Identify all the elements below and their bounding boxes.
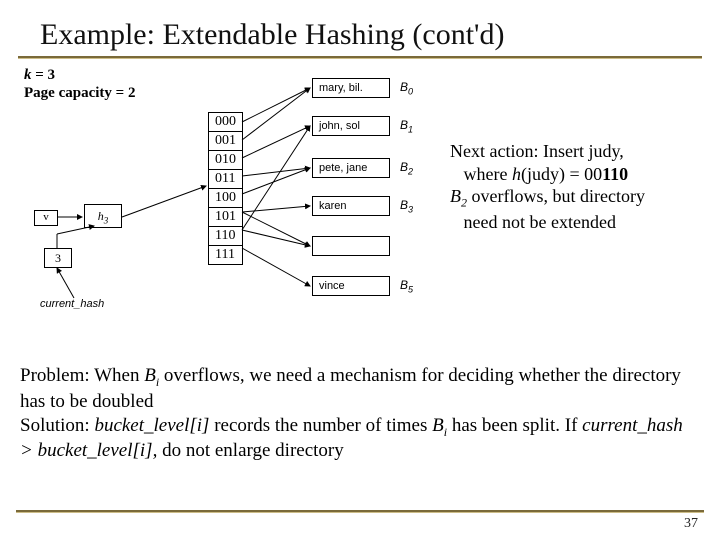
- directory-table: 000 001 010 011 100 101 110 111: [208, 112, 243, 265]
- bucket-label-b2: B2: [400, 160, 413, 176]
- action-line2-pre: where: [464, 164, 512, 184]
- dir-entry: 010: [209, 151, 242, 170]
- solution-colon: :: [84, 415, 94, 436]
- bucket-b5: vince: [312, 276, 390, 296]
- hash-eq: = 00: [565, 164, 602, 184]
- dir-entry: 111: [209, 246, 242, 264]
- footer-rule: [16, 510, 704, 512]
- title-rule: [18, 56, 702, 58]
- bucket-empty: [312, 236, 390, 256]
- bucket-label-b1: B1: [400, 118, 413, 134]
- diagram: 000 001 010 011 100 101 110 111 mary, bi…: [24, 76, 444, 336]
- bucket-b2: pete, jane: [312, 158, 390, 178]
- hash-fn-h: h: [512, 164, 521, 184]
- solution-rest3: do not enlarge directory: [157, 440, 343, 461]
- dir-entry: 011: [209, 170, 242, 189]
- dir-entry: 000: [209, 113, 242, 132]
- bottom-text: Problem: When Bi overflows, we need a me…: [20, 364, 700, 463]
- page-number: 37: [684, 516, 698, 532]
- dir-entry: 101: [209, 208, 242, 227]
- bucket-b1: john, sol: [312, 116, 390, 136]
- bucket-label-b5: B5: [400, 278, 413, 294]
- action-line1: Next action: Insert judy,: [450, 141, 624, 161]
- solution-bi: Bi: [432, 415, 447, 436]
- hash-fn-box: h3: [84, 204, 122, 228]
- dir-entry: 001: [209, 132, 242, 151]
- next-action-text: Next action: Insert judy, where h(judy) …: [450, 140, 706, 233]
- problem-lead: Problem: [20, 365, 84, 386]
- bucket-b0: mary, bil.: [312, 78, 390, 98]
- problem-bi: Bi: [144, 365, 159, 386]
- bucket-label-b3: B3: [400, 198, 413, 214]
- solution-rest1: records the number of times: [209, 415, 432, 436]
- problem-colon: : When: [84, 365, 144, 386]
- v-box: v: [34, 210, 58, 226]
- dir-entry: 100: [209, 189, 242, 208]
- slide-title: Example: Extendable Hashing (cont'd): [0, 0, 720, 56]
- overflow-bucket: B2: [450, 186, 467, 206]
- solution-rest2: has been split. If: [447, 415, 582, 436]
- hash-bold-bits: 110: [602, 164, 628, 184]
- dir-entry: 110: [209, 227, 242, 246]
- overflow-text: overflows, but directory: [467, 186, 645, 206]
- hash-arg: (judy): [521, 164, 565, 184]
- level-box: 3: [44, 248, 72, 268]
- bucket-b3: karen: [312, 196, 390, 216]
- bucket-label-b0: B0: [400, 80, 413, 96]
- action-line4: need not be extended: [464, 212, 616, 232]
- current-hash-label: current_hash: [40, 298, 104, 310]
- solution-lead: Solution: [20, 415, 84, 436]
- bucket-level-var: bucket_level[i]: [94, 415, 209, 436]
